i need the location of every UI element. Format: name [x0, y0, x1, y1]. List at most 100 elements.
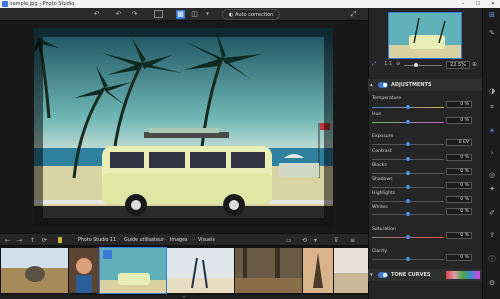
export-icon[interactable]: ⇪ — [487, 230, 497, 240]
browser-navbar: ← → ↑ ⟳ Photo Studio 11 › Guide utilisat… — [0, 233, 368, 246]
edit-icon[interactable]: ✎ — [487, 28, 497, 38]
breadcrumb-separator: › — [164, 238, 166, 243]
control-value[interactable]: 0 % — [446, 117, 472, 124]
control-label: Highlights — [372, 191, 396, 196]
rotate-icon[interactable]: ⟲ — [302, 236, 307, 245]
control-label: Hue — [372, 112, 382, 117]
collapse-panel-icon[interactable]: ⊞ — [487, 10, 497, 20]
control-value[interactable]: 0 % — [446, 101, 472, 108]
auto-correction-button[interactable]: ◐ Auto correction — [222, 9, 281, 20]
thumbnail-forest[interactable] — [235, 248, 302, 293]
control-label: Whites — [372, 205, 388, 210]
slider-knob[interactable] — [406, 157, 410, 161]
thumbnail-elephant[interactable] — [1, 248, 68, 293]
control-label: Blacks — [372, 163, 387, 168]
one-to-one-icon[interactable]: 1:1 — [384, 61, 392, 67]
zoom-out-icon[interactable]: ⊖ — [396, 61, 400, 67]
control-label: Clarity — [372, 249, 387, 254]
control-value[interactable]: 0 EV — [446, 139, 472, 146]
control-value[interactable]: 0 % — [446, 254, 472, 261]
split-view-icon[interactable]: ◫ — [190, 10, 199, 19]
expand-rail-icon[interactable]: › — [487, 148, 497, 158]
effects-icon[interactable]: ✦ — [487, 184, 497, 194]
thumbnail-landscape[interactable] — [334, 248, 368, 293]
zoom-in-icon[interactable]: ⊕ — [472, 61, 477, 68]
tools-rail: ⊞ ✎ ◑ ⌗ ☀ › ◎ ✦ ✐ ⇪ ⓘ ⚙ — [482, 8, 500, 299]
adjustments-header[interactable]: ▴ ADJUSTMENTS — [368, 79, 482, 91]
beach-van-photo — [34, 28, 333, 227]
breadcrumb-separator: › — [192, 238, 194, 243]
minimize-button[interactable]: – — [456, 0, 470, 8]
main-photo[interactable] — [34, 28, 333, 227]
slider-knob[interactable] — [406, 120, 410, 124]
window-title: sample.jpg - Photo Studio — [10, 1, 75, 7]
up-icon[interactable]: ↑ — [30, 236, 35, 245]
control-label: Exposure — [372, 134, 394, 139]
collapse-icon[interactable]: ▴ — [370, 79, 373, 91]
view-dropdown-icon[interactable]: ▾ — [203, 10, 212, 19]
forward-icon[interactable]: → — [17, 236, 22, 245]
tone-curves-toggle[interactable] — [378, 272, 388, 278]
retouch-icon[interactable]: ✐ — [487, 208, 497, 218]
adjust-icon[interactable]: ◑ — [487, 86, 497, 96]
control-value[interactable]: 0 % — [446, 208, 472, 215]
slider-knob[interactable] — [406, 105, 410, 109]
adjustments-title: ADJUSTMENTS — [391, 82, 432, 88]
refresh-icon[interactable]: ⟳ — [42, 236, 47, 245]
close-button[interactable]: ✕ — [486, 0, 500, 8]
slider-knob[interactable] — [406, 185, 410, 189]
grid-view-icon[interactable]: ▦ — [176, 10, 185, 19]
slider-knob[interactable] — [406, 171, 410, 175]
fullscreen-icon[interactable]: ⤢ — [349, 10, 358, 19]
color-pencils-icon — [446, 271, 480, 279]
slider-knob[interactable] — [406, 142, 410, 146]
control-label: Saturation — [372, 227, 396, 232]
breadcrumb-item[interactable]: Photo Studio 11 — [78, 237, 116, 244]
breadcrumb-item[interactable]: Visuels — [198, 237, 215, 244]
zoom-slider-track[interactable] — [404, 65, 442, 66]
control-value[interactable]: 0 % — [446, 168, 472, 175]
filter-icon[interactable]: ⊽ — [334, 236, 338, 245]
slider-knob[interactable] — [406, 199, 410, 203]
back-icon[interactable]: ← — [5, 236, 10, 245]
breadcrumb-item[interactable]: Images — [170, 237, 188, 244]
control-value[interactable]: 0 % — [446, 196, 472, 203]
control-value[interactable]: 0 % — [446, 154, 472, 161]
light-icon[interactable]: ☀ — [487, 126, 497, 136]
info-icon[interactable]: ⓘ — [487, 254, 497, 264]
zoom-percent-field[interactable]: 22.5% — [446, 61, 470, 69]
control-label: Temperature — [372, 96, 402, 101]
app-icon — [2, 1, 8, 7]
zoom-slider-knob[interactable] — [414, 63, 418, 67]
new-folder-icon[interactable]: ▭ — [286, 236, 292, 245]
title-bar: sample.jpg - Photo Studio – ☐ ✕ — [0, 0, 500, 8]
thumbnail-van-selected[interactable] — [99, 247, 167, 294]
control-label: Contrast — [372, 149, 392, 154]
navigator-preview[interactable] — [388, 12, 462, 59]
maximize-button[interactable]: ☐ — [471, 0, 485, 8]
thumbnail-palms[interactable] — [167, 248, 234, 293]
dropdown-icon[interactable]: ▾ — [314, 236, 317, 245]
crop-icon[interactable]: ⌗ — [487, 102, 497, 112]
control-value[interactable]: 0 % — [446, 182, 472, 189]
redo-icon[interactable]: ↷ — [130, 10, 139, 19]
thumbnail-child[interactable] — [69, 248, 99, 293]
fit-icon[interactable]: ⤢ — [372, 61, 376, 67]
thumbnail-tower[interactable] — [303, 248, 333, 293]
adjustments-toggle[interactable] — [378, 82, 388, 88]
compare-icon[interactable] — [154, 10, 163, 18]
slider-knob[interactable] — [406, 212, 410, 216]
collapse-filmstrip-icon[interactable]: ⌄ — [176, 294, 192, 299]
sort-icon[interactable]: ≡ — [350, 236, 355, 245]
color-icon[interactable]: ◎ — [487, 170, 497, 180]
breadcrumb-item[interactable]: Guide utilisateur — [124, 237, 164, 244]
slider-knob[interactable] — [406, 257, 410, 261]
settings-icon[interactable]: ⚙ — [487, 278, 497, 288]
undo-icon[interactable]: ↶ — [114, 10, 123, 19]
expand-icon[interactable]: ▾ — [370, 269, 373, 281]
slider-knob[interactable] — [406, 235, 410, 239]
control-label: Shadows — [372, 177, 393, 182]
control-value[interactable]: 0 % — [446, 232, 472, 239]
tone-curves-header[interactable]: ▾ TONE CURVES — [368, 269, 482, 281]
rotate-left-icon[interactable]: ↶ — [92, 10, 101, 19]
